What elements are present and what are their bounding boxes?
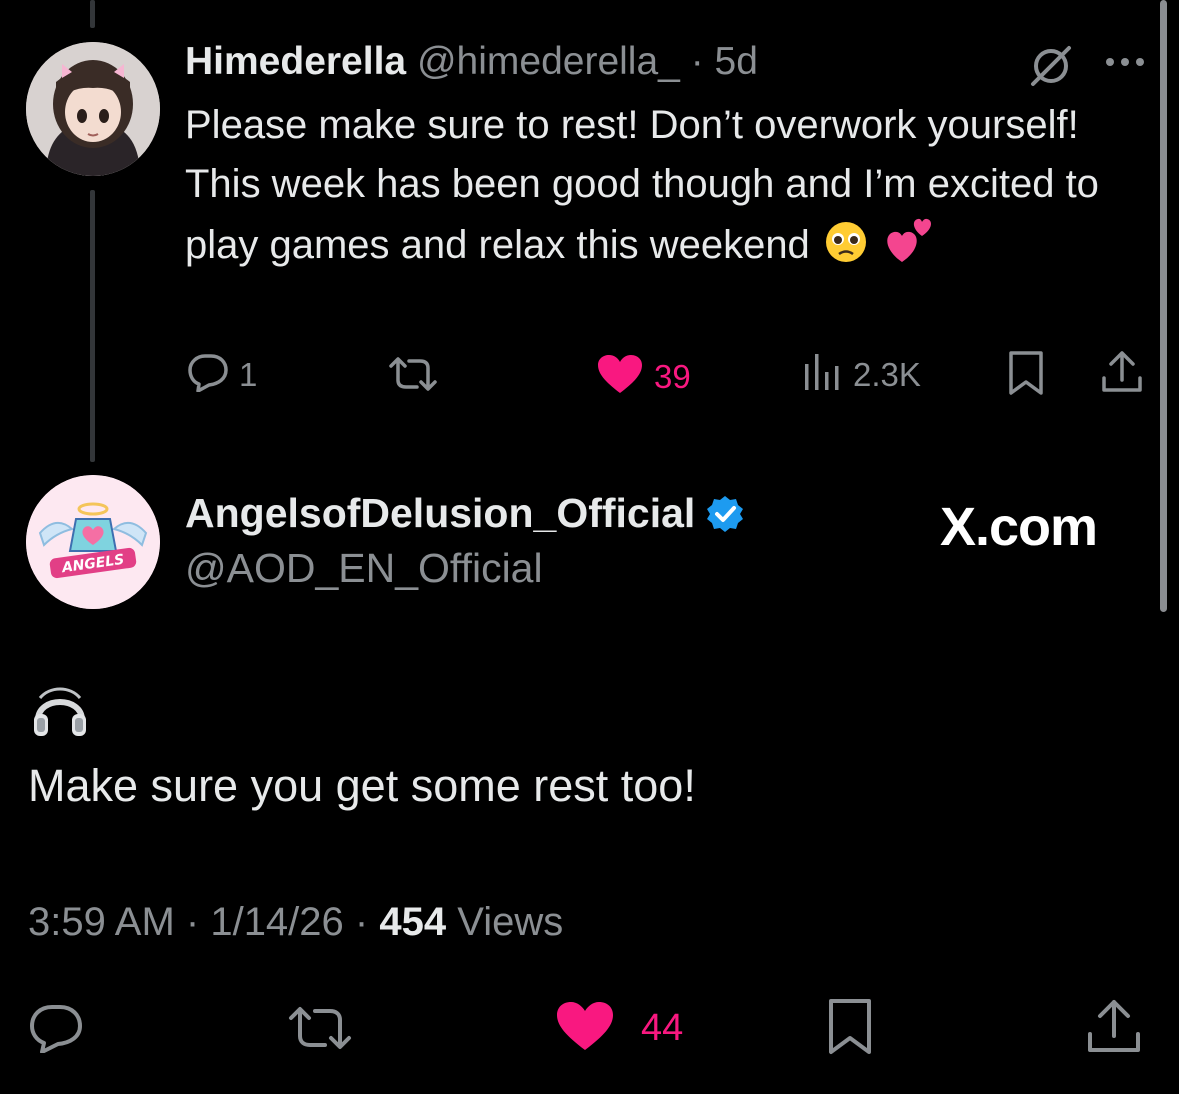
thread-line-bottom [90,190,95,462]
two-hearts-emoji [882,214,936,281]
views-number: 454 [379,900,447,944]
bookmark-icon [826,998,874,1061]
reply-post-header: Himederella @himederella_ · 5d [185,40,758,84]
main-share-action[interactable] [1086,998,1142,1059]
views-label: Views [457,900,564,944]
main-author-name-row: AngelsofDelusion_Official [185,490,745,537]
share-action[interactable] [1100,350,1144,399]
heart-filled-icon [596,353,644,400]
analytics-icon [803,352,843,397]
thread-line-top [90,0,95,28]
post-time[interactable]: 3:59 AM [28,900,175,944]
meta-separator: · [354,900,380,944]
heart-filled-icon [555,1000,615,1057]
main-author-name[interactable]: AngelsofDelusion_Official [185,490,695,537]
reply-time-ago[interactable]: 5d [715,40,758,83]
reply-icon [187,352,229,397]
pleading-face-emoji [821,220,871,281]
himederella-avatar[interactable] [26,42,160,176]
reply-count: 1 [239,355,258,393]
more-options-icon[interactable] [1103,55,1147,74]
reply-text-body: Please make sure to rest! Don’t overwork… [185,103,1099,267]
reply-post-text: Please make sure to rest! Don’t overwork… [185,96,1130,281]
xcom-watermark: X.com [940,497,1098,557]
verified-badge-icon [705,494,745,534]
post-metadata: 3:59 AM · 1/14/26 · 454 Views [28,900,563,945]
meta-separator: · [185,900,211,944]
repost-icon [387,356,439,397]
views-count: 2.3K [853,355,921,393]
repost-icon [287,1006,353,1055]
views-action[interactable]: 2.3K [803,352,921,397]
reply-author-handle[interactable]: @himederella_ [417,40,680,83]
angels-of-delusion-avatar[interactable]: ANGELS [26,475,160,609]
main-like-action[interactable]: 44 [555,1000,683,1057]
like-count: 39 [654,357,691,395]
main-reply-action[interactable] [28,1003,84,1058]
reply-author-name[interactable]: Himederella [185,40,406,83]
reply-time-separator: · [690,40,715,83]
main-post-text: Make sure you get some rest too! [28,760,696,811]
share-icon [1086,998,1142,1059]
grok-icon[interactable] [1027,44,1075,93]
like-action[interactable]: 39 [596,353,691,400]
bookmark-icon [1006,350,1046,401]
main-author-handle[interactable]: @AOD_EN_Official [185,545,543,592]
main-like-count: 44 [641,1007,684,1049]
reply-action[interactable]: 1 [187,352,257,397]
scrollbar[interactable] [1160,0,1167,612]
post-date[interactable]: 1/14/26 [210,900,343,944]
bookmark-action[interactable] [1006,350,1046,401]
reply-icon [28,1003,84,1058]
headphones-emoji [30,684,90,745]
share-icon [1100,350,1144,399]
main-repost-action[interactable] [287,1006,353,1055]
repost-action[interactable] [387,356,439,397]
main-bookmark-action[interactable] [826,998,874,1061]
